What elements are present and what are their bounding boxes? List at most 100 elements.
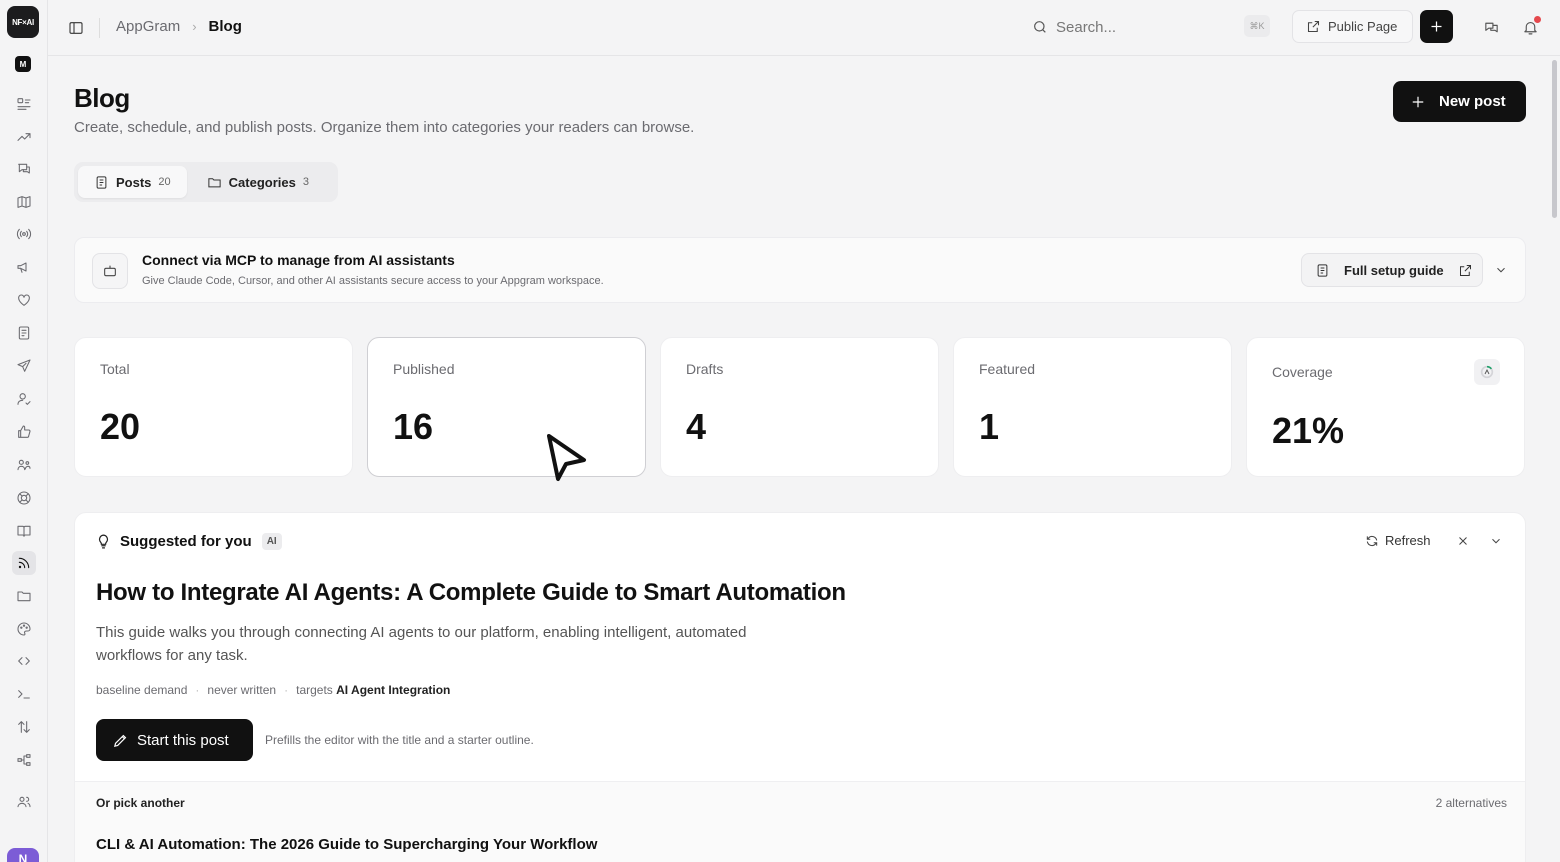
terminal-icon[interactable] — [12, 682, 36, 706]
roadmap-icon[interactable] — [12, 190, 36, 214]
mcp-banner: Connect via MCP to manage from AI assist… — [74, 237, 1526, 303]
setup-guide-button[interactable]: Full setup guide — [1301, 253, 1483, 287]
stat-value: 20 — [100, 406, 141, 447]
team-icon[interactable] — [12, 453, 36, 477]
refresh-icon — [1366, 535, 1378, 546]
breadcrumb-appgram[interactable]: AppGram — [116, 18, 180, 35]
feedback-icon[interactable] — [12, 157, 36, 181]
top-bar: AppGram › Blog Search... ⌘K Public Page — [48, 0, 1560, 56]
divider — [99, 18, 100, 38]
rss-icon[interactable] — [12, 551, 36, 575]
suggestion-meta: baseline demand · never written · target… — [96, 683, 450, 697]
external-link-icon — [1307, 20, 1320, 33]
stat-value: 4 — [686, 406, 707, 447]
tab-posts-count: 20 — [158, 176, 171, 188]
stat-card-published[interactable]: Published 16 — [367, 337, 646, 477]
workspace-avatar[interactable]: M — [15, 56, 31, 72]
search-shortcut: ⌘K — [1244, 15, 1270, 37]
chat-icon[interactable] — [1480, 16, 1502, 38]
meta-targets-prefix: targets — [296, 683, 333, 697]
meta-status: never written — [207, 683, 277, 697]
broadcast-icon[interactable] — [12, 222, 36, 246]
tab-posts-label: Posts — [116, 174, 152, 190]
send-icon[interactable] — [12, 354, 36, 378]
stat-card-featured[interactable]: Featured 1 — [953, 337, 1232, 477]
folder-icon[interactable] — [12, 584, 36, 608]
search-placeholder: Search... — [1056, 18, 1117, 36]
mcp-title: Connect via MCP to manage from AI assist… — [142, 252, 455, 268]
search-icon — [1034, 21, 1046, 33]
stat-value: 1 — [979, 406, 1000, 447]
breadcrumb-blog: Blog — [208, 18, 242, 35]
stat-label: Drafts — [686, 361, 724, 377]
code-icon[interactable] — [12, 649, 36, 673]
suggestion-card: Suggested for you AI Refresh How to Inte… — [74, 512, 1526, 862]
meta-separator: · — [195, 683, 200, 697]
form-icon[interactable] — [12, 321, 36, 345]
megaphone-icon[interactable] — [12, 255, 36, 279]
folder-icon — [208, 177, 221, 187]
quick-add-button[interactable] — [1420, 10, 1453, 43]
sidebar-rail: NF×AI M N — [0, 0, 48, 862]
app-logo[interactable]: NF×AI — [7, 6, 39, 38]
scrollbar[interactable] — [1552, 60, 1557, 218]
page-subtitle: Create, schedule, and publish posts. Org… — [74, 119, 695, 136]
bot-icon — [92, 253, 128, 289]
public-page-label: Public Page — [1328, 19, 1398, 34]
stat-label: Coverage — [1272, 364, 1333, 380]
external-link-icon — [1459, 264, 1471, 276]
coverage-ring-icon — [1474, 359, 1500, 385]
tab-categories[interactable]: Categories 3 — [191, 166, 325, 198]
document-icon — [1317, 263, 1328, 277]
chevron-down-icon[interactable] — [1489, 534, 1503, 553]
help-icon[interactable] — [12, 486, 36, 510]
breadcrumb: AppGram › Blog — [116, 18, 242, 35]
pencil-icon — [114, 734, 127, 747]
suggested-post-description: This guide walks you through connecting … — [96, 624, 747, 664]
stat-card-coverage[interactable]: Coverage 21% — [1246, 337, 1525, 477]
document-icon — [96, 175, 107, 189]
sort-icon[interactable] — [12, 715, 36, 739]
user-check-icon[interactable] — [12, 387, 36, 411]
refresh-label: Refresh — [1385, 533, 1431, 548]
workflow-icon[interactable] — [12, 748, 36, 772]
heart-icon[interactable] — [12, 288, 36, 312]
meta-separator: · — [284, 683, 289, 697]
tab-posts[interactable]: Posts 20 — [78, 166, 187, 198]
tasks-icon[interactable] — [12, 92, 36, 116]
thumbs-up-icon[interactable] — [12, 420, 36, 444]
bell-icon[interactable] — [1519, 16, 1541, 38]
start-post-hint: Prefills the editor with the title and a… — [265, 733, 534, 747]
search-input[interactable]: Search... — [1032, 12, 1272, 42]
mouse-cursor-icon — [547, 434, 586, 481]
stat-label: Total — [100, 361, 130, 377]
plus-icon — [1412, 96, 1424, 107]
lightbulb-icon — [98, 534, 109, 549]
close-icon[interactable] — [1456, 534, 1470, 553]
suggested-post-title: How to Integrate AI Agents: A Complete G… — [96, 579, 846, 606]
stat-card-drafts[interactable]: Drafts 4 — [660, 337, 939, 477]
chevron-down-icon[interactable] — [1494, 263, 1508, 282]
new-post-button[interactable]: New post — [1393, 81, 1526, 122]
trending-icon[interactable] — [12, 125, 36, 149]
alternatives-heading: Or pick another — [96, 796, 185, 810]
suggestion-header: Suggested for you AI — [95, 533, 282, 550]
sidebar-toggle-icon[interactable] — [64, 16, 88, 40]
refresh-button[interactable]: Refresh — [1365, 533, 1431, 548]
stat-value: 16 — [393, 406, 434, 447]
palette-icon[interactable] — [12, 617, 36, 641]
book-icon[interactable] — [12, 519, 36, 543]
stat-label: Published — [393, 361, 455, 377]
public-page-button[interactable]: Public Page — [1292, 10, 1413, 43]
tab-categories-label: Categories — [228, 174, 296, 190]
suggestion-heading: Suggested for you — [120, 533, 252, 550]
alternatives-section: Or pick another 2 alternatives CLI & AI … — [75, 781, 1525, 862]
meta-demand: baseline demand — [96, 683, 188, 697]
stat-card-total[interactable]: Total 20 — [74, 337, 353, 477]
alternative-item[interactable]: CLI & AI Automation: The 2026 Guide to S… — [96, 836, 597, 853]
start-post-button[interactable]: Start this post — [96, 719, 253, 761]
users-icon[interactable] — [12, 790, 36, 814]
ai-badge: AI — [261, 533, 282, 550]
user-avatar[interactable]: N — [7, 848, 39, 862]
stat-value: 21% — [1272, 410, 1345, 451]
